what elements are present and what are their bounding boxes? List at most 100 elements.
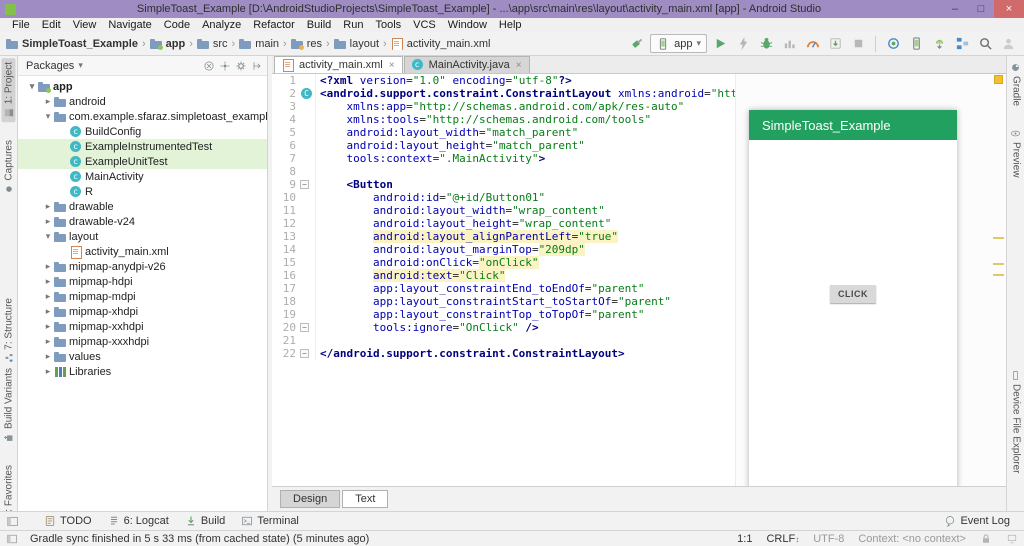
encoding-selector[interactable]: UTF-8 <box>813 533 844 545</box>
tree-item[interactable]: ▸ android <box>18 94 267 109</box>
coverage-button[interactable] <box>802 34 822 54</box>
editor-mode-tab-design[interactable]: Design <box>280 490 341 508</box>
editor-tab[interactable]: MainActivity.java × <box>403 56 530 73</box>
tree-item[interactable]: ▾ com.example.sfaraz.simpletoast_example <box>18 109 267 124</box>
breadcrumb-item[interactable]: res <box>290 38 322 50</box>
chevron-right-icon[interactable]: ▸ <box>42 261 54 272</box>
context-indicator[interactable]: Context: <no context> <box>858 533 966 545</box>
user-button[interactable] <box>998 34 1018 54</box>
hide-panel-icon[interactable] <box>251 60 263 72</box>
menu-item-view[interactable]: View <box>67 19 103 31</box>
tool-window-button-captures[interactable]: Captures <box>2 136 16 199</box>
avd-manager-button[interactable] <box>906 34 926 54</box>
run-button[interactable] <box>710 34 730 54</box>
locate-icon[interactable] <box>219 60 231 72</box>
tool-window-button-event-log[interactable]: Event Log <box>936 515 1018 527</box>
tool-window-button-preview[interactable]: Preview <box>1009 124 1023 182</box>
run-config-selector[interactable]: app ▾ <box>650 34 707 53</box>
collapse-all-icon[interactable] <box>203 60 215 72</box>
tree-item[interactable]: ▸ drawable <box>18 199 267 214</box>
breadcrumb-item[interactable]: app <box>149 38 185 50</box>
profiler-button[interactable] <box>779 34 799 54</box>
tree-item[interactable]: ▸ Libraries <box>18 364 267 379</box>
menu-item-run[interactable]: Run <box>337 19 369 31</box>
tool-window-button-todo[interactable]: TODO <box>36 515 100 527</box>
chevron-right-icon[interactable]: ▸ <box>42 336 54 347</box>
menu-item-file[interactable]: File <box>6 19 36 31</box>
attach-process-button[interactable] <box>825 34 845 54</box>
close-button[interactable]: × <box>994 0 1024 18</box>
tool-window-button-device-file-explorer[interactable]: Device File Explorer <box>1009 366 1023 477</box>
preview-click-button[interactable]: CLICK <box>830 285 876 303</box>
close-tab-icon[interactable]: × <box>516 60 522 71</box>
apply-changes-button[interactable] <box>733 34 753 54</box>
minimize-button[interactable]: – <box>942 0 968 18</box>
caret-position[interactable]: 1:1 <box>737 533 752 545</box>
chevron-down-icon[interactable]: ▾ <box>42 231 54 242</box>
highlight-mark[interactable] <box>993 263 1004 265</box>
tree-item[interactable]: ExampleInstrumentedTest <box>18 139 267 154</box>
menu-item-edit[interactable]: Edit <box>36 19 67 31</box>
project-structure-button[interactable] <box>952 34 972 54</box>
chevron-right-icon[interactable]: ▸ <box>42 306 54 317</box>
tool-window-button-terminal[interactable]: Terminal <box>233 515 307 527</box>
tool-window-button-1-project[interactable]: 1: Project <box>2 58 16 123</box>
editor-mode-tab-text[interactable]: Text <box>342 490 389 508</box>
tree-item[interactable]: ▸ drawable-v24 <box>18 214 267 229</box>
search-everywhere-button[interactable] <box>975 34 995 54</box>
highlight-mark[interactable] <box>993 237 1004 239</box>
tree-item[interactable]: ▾ layout <box>18 229 267 244</box>
tree-item[interactable]: ▸ mipmap-hdpi <box>18 274 267 289</box>
menu-item-analyze[interactable]: Analyze <box>196 19 247 31</box>
attach-debugger-button[interactable] <box>883 34 903 54</box>
chevron-right-icon[interactable]: ▸ <box>42 351 54 362</box>
menu-item-navigate[interactable]: Navigate <box>102 19 157 31</box>
editor-error-stripe[interactable] <box>992 74 1005 486</box>
tree-item[interactable]: BuildConfig <box>18 124 267 139</box>
breadcrumb-item[interactable]: src <box>196 38 228 50</box>
status-message[interactable]: Gradle sync finished in 5 s 33 ms (from … <box>30 533 369 545</box>
chevron-right-icon[interactable]: ▸ <box>42 321 54 332</box>
tree-item[interactable]: ▸ mipmap-xxhdpi <box>18 319 267 334</box>
line-ending-selector[interactable]: CRLF↕ <box>766 533 799 545</box>
chevron-right-icon[interactable]: ▸ <box>42 96 54 107</box>
tree-item[interactable]: R <box>18 184 267 199</box>
menu-item-refactor[interactable]: Refactor <box>247 19 301 31</box>
menu-item-tools[interactable]: Tools <box>369 19 407 31</box>
chevron-down-icon[interactable]: ▾ <box>42 111 54 122</box>
editor-tab[interactable]: activity_main.xml × <box>274 56 403 73</box>
fold-icon[interactable]: − <box>300 349 309 358</box>
menu-item-help[interactable]: Help <box>493 19 528 31</box>
tree-item[interactable]: MainActivity <box>18 169 267 184</box>
chevron-right-icon[interactable]: ▸ <box>42 201 54 212</box>
highlight-mark[interactable] <box>993 274 1004 276</box>
fold-icon[interactable]: − <box>300 180 309 189</box>
tool-window-button-build[interactable]: Build <box>177 515 233 527</box>
tool-window-toggle-icon[interactable] <box>6 514 22 528</box>
tree-item[interactable]: ▸ mipmap-anydpi-v26 <box>18 259 267 274</box>
sdk-manager-button[interactable] <box>929 34 949 54</box>
chevron-right-icon[interactable]: ▸ <box>42 291 54 302</box>
tree-item[interactable]: ▾ app <box>18 79 267 94</box>
tool-window-button-gradle[interactable]: Gradle <box>1009 58 1023 110</box>
tool-window-button-6-logcat[interactable]: 6: Logcat <box>100 515 177 527</box>
debug-button[interactable] <box>756 34 776 54</box>
lock-icon[interactable] <box>980 533 992 545</box>
tree-item[interactable]: ▸ mipmap-mdpi <box>18 289 267 304</box>
fold-icon[interactable]: − <box>300 323 309 332</box>
menu-item-vcs[interactable]: VCS <box>407 19 442 31</box>
tool-window-button-7-structure[interactable]: 7: Structure <box>2 294 16 368</box>
chevron-down-icon[interactable]: ▾ <box>26 81 38 92</box>
project-view-mode[interactable]: Packages <box>26 60 74 72</box>
menu-item-code[interactable]: Code <box>158 19 196 31</box>
tool-window-button-build-variants[interactable]: Build Variants <box>2 364 16 447</box>
tree-item[interactable]: ▸ values <box>18 349 267 364</box>
class-gutter-icon[interactable]: C <box>301 88 312 99</box>
status-toggle-icon[interactable] <box>6 533 20 545</box>
tree-item[interactable]: ▸ mipmap-xxxhdpi <box>18 334 267 349</box>
highlighting-level-icon[interactable] <box>1006 533 1018 545</box>
maximize-button[interactable]: □ <box>968 0 994 18</box>
tree-item[interactable]: ExampleUnitTest <box>18 154 267 169</box>
settings-gear-icon[interactable] <box>235 60 247 72</box>
tree-item[interactable]: activity_main.xml <box>18 244 267 259</box>
